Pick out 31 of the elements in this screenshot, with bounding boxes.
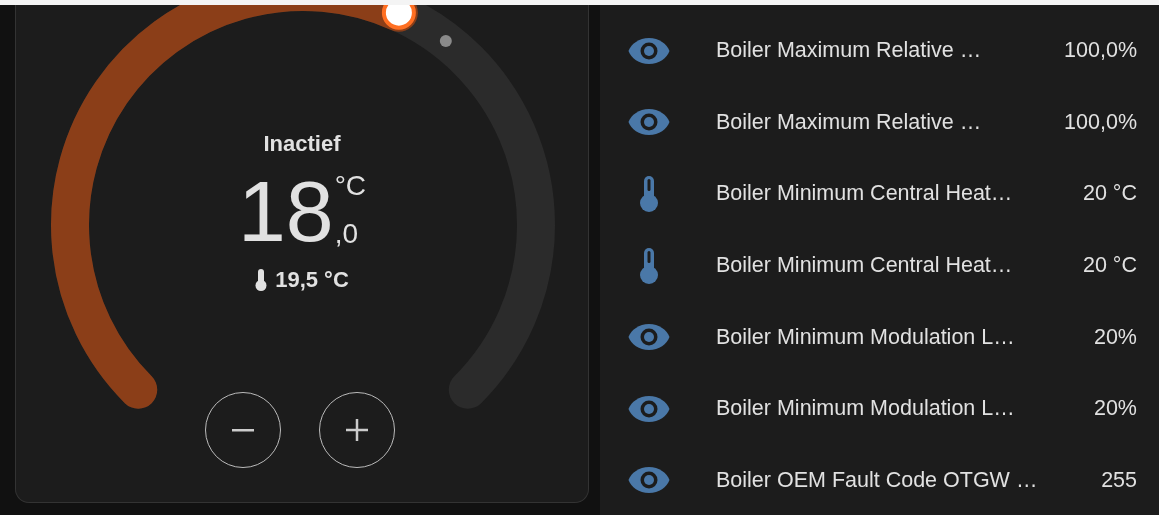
- current-temperature: 19,5 °C: [275, 267, 349, 293]
- target-temperature: 18: [237, 169, 334, 253]
- entity-name[interactable]: Boiler Minimum Central Heat…: [716, 253, 1083, 279]
- entity-value: 100,0%: [1064, 38, 1137, 64]
- eye-icon: [628, 466, 670, 495]
- thermometer-icon: [255, 269, 268, 291]
- plus-icon: [346, 419, 368, 441]
- entity-name[interactable]: Boiler Minimum Modulation L…: [716, 324, 1094, 350]
- entity-name[interactable]: Boiler Minimum Central Heat…: [716, 181, 1083, 207]
- eye-icon: [628, 394, 670, 423]
- entity-value: 20%: [1093, 396, 1137, 422]
- entity-value: 100,0%: [1064, 109, 1137, 135]
- entity-name[interactable]: Boiler OEM Fault Code OTGW …: [716, 467, 1102, 493]
- eye-icon: [628, 36, 670, 65]
- current-temperature-marker: [439, 34, 452, 47]
- entity-value: 20 °C: [1083, 253, 1137, 279]
- minus-icon: [232, 428, 254, 432]
- entity-value: 255: [1101, 467, 1137, 493]
- entity-name[interactable]: Boiler Minimum Modulation L…: [716, 396, 1094, 422]
- target-decimal: ,0: [334, 219, 359, 249]
- entity-name[interactable]: Boiler Maximum Relative …: [716, 38, 1065, 64]
- eye-icon: [628, 323, 670, 352]
- thermometer-icon: [639, 247, 659, 284]
- entity-name[interactable]: Boiler Maximum Relative …: [716, 109, 1065, 135]
- entity-value: 20 °C: [1083, 181, 1137, 207]
- thermometer-icon: [639, 176, 659, 212]
- dial-handle[interactable]: [381, 5, 416, 30]
- temperature-unit: °C: [334, 171, 367, 201]
- entity-value: 20%: [1093, 324, 1137, 350]
- status-label: Inactief: [263, 131, 341, 157]
- eye-icon: [628, 108, 670, 137]
